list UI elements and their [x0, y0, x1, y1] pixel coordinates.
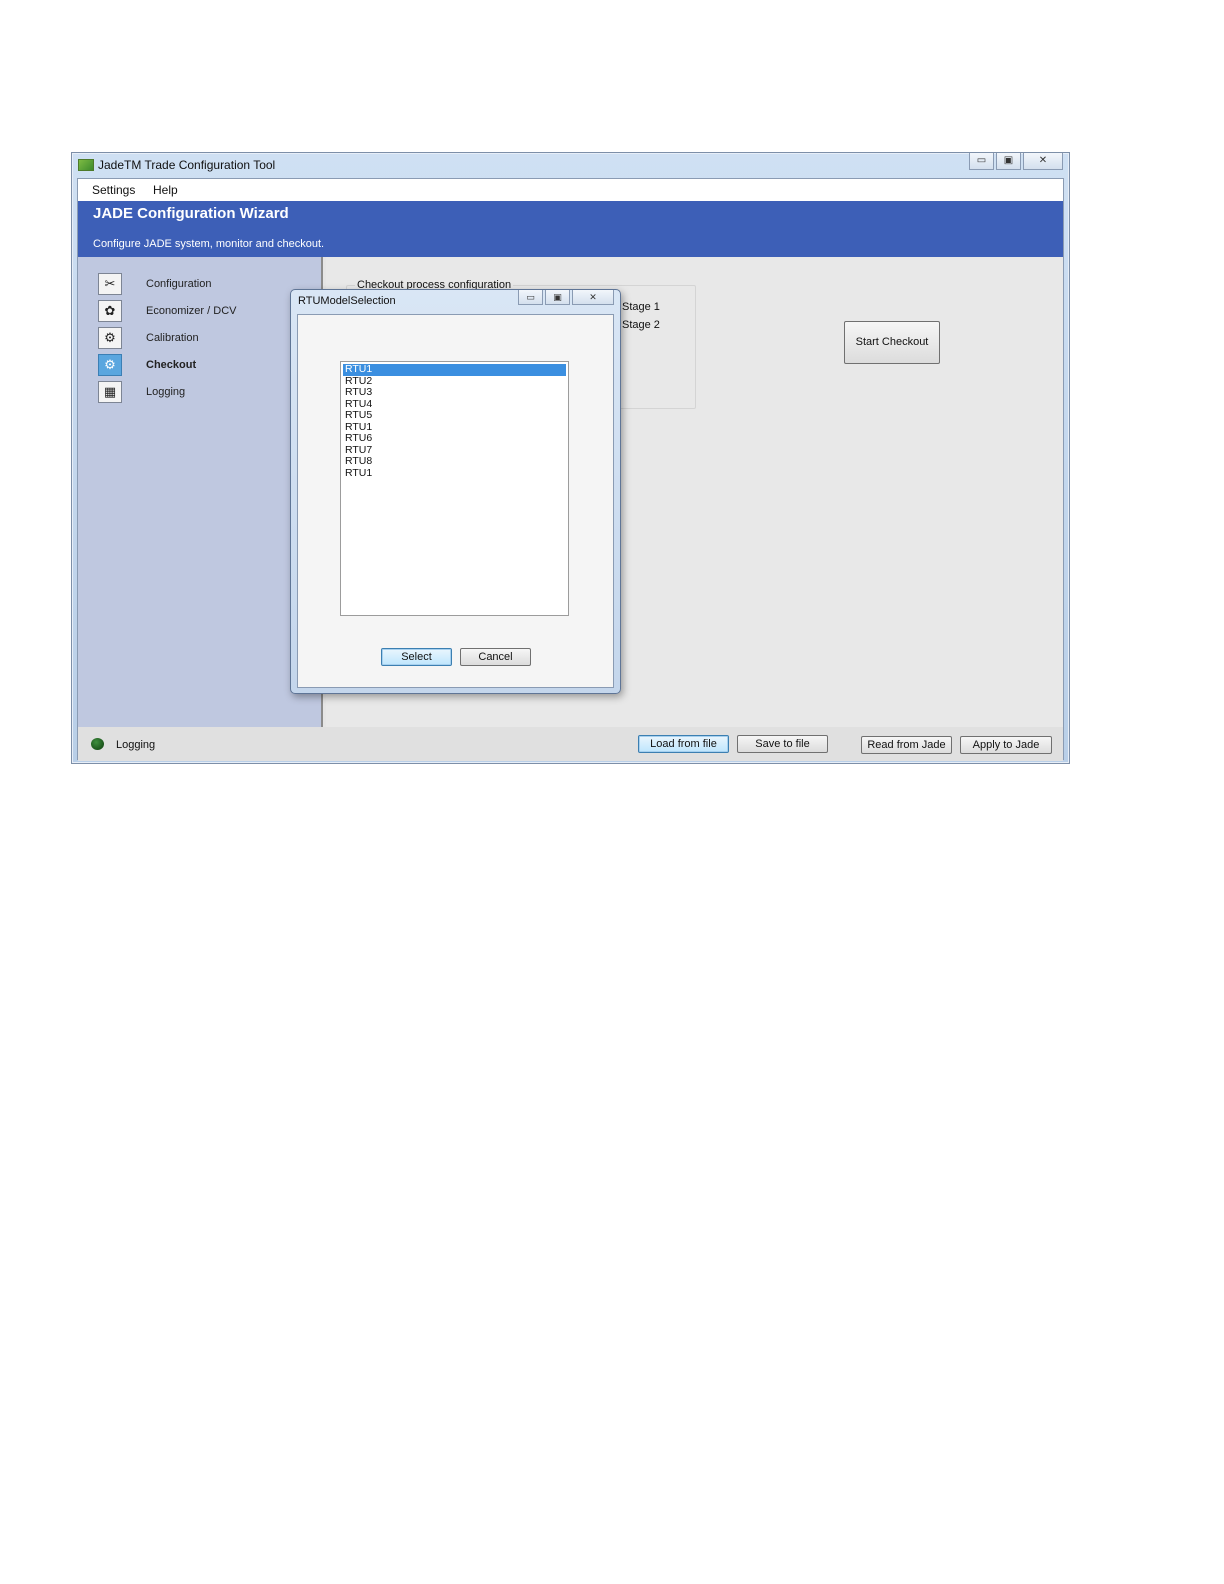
rtu-model-selection-dialog: RTUModelSelection ▭ ▣ ✕ RTU1 RTU2 RTU3 R…: [290, 289, 621, 694]
economizer-icon: ✿: [98, 300, 122, 322]
sidebar-item-label: Checkout: [146, 359, 197, 371]
sidebar-item-logging[interactable]: ▦ Logging: [98, 381, 318, 405]
dialog-controls: ▭ ▣ ✕: [518, 290, 614, 305]
menu-bar: Settings Help: [78, 179, 1063, 201]
start-checkout-button[interactable]: Start Checkout: [844, 321, 940, 364]
dialog-close-button[interactable]: ✕: [572, 290, 614, 305]
select-button[interactable]: Select: [381, 648, 452, 666]
list-item[interactable]: RTU3: [343, 386, 566, 399]
stage-2-label[interactable]: Stage 2: [622, 319, 660, 331]
title-bar[interactable]: JadeTM Trade Configuration Tool ▭ ▣ ✕: [72, 153, 1069, 177]
menu-settings[interactable]: Settings: [92, 183, 135, 197]
list-item[interactable]: RTU8: [343, 455, 566, 468]
dialog-maximize-button[interactable]: ▣: [545, 290, 570, 305]
cancel-button[interactable]: Cancel: [460, 648, 531, 666]
tools-icon: ✂: [98, 273, 122, 295]
list-item[interactable]: RTU1: [343, 363, 566, 376]
logging-icon: ▦: [98, 381, 122, 403]
checkout-icon: ⚙: [98, 354, 122, 376]
wizard-banner: JADE Configuration Wizard Configure JADE…: [78, 201, 1063, 257]
window-controls: ▭ ▣ ✕: [969, 153, 1063, 170]
wizard-subtitle: Configure JADE system, monitor and check…: [93, 238, 325, 250]
logging-led-icon: [91, 738, 104, 750]
list-item[interactable]: RTU4: [343, 398, 566, 411]
calibration-icon: ⚙: [98, 327, 122, 349]
maximize-button[interactable]: ▣: [996, 153, 1021, 170]
list-item[interactable]: RTU6: [343, 432, 566, 445]
list-item[interactable]: RTU7: [343, 444, 566, 457]
sidebar: ✂ Configuration ✿ Economizer / DCV ⚙ Cal…: [78, 257, 323, 727]
menu-help[interactable]: Help: [153, 183, 178, 197]
minimize-button[interactable]: ▭: [969, 153, 994, 170]
window-title: JadeTM Trade Configuration Tool: [98, 158, 276, 172]
list-item[interactable]: RTU2: [343, 375, 566, 388]
status-bar: Logging Load from file Save to file Read…: [78, 727, 1063, 761]
logging-status-label: Logging: [116, 739, 156, 751]
wizard-title: JADE Configuration Wizard: [93, 205, 289, 222]
list-item[interactable]: RTU1: [343, 421, 566, 434]
dialog-client: RTU1 RTU2 RTU3 RTU4 RTU5 RTU1 RTU6 RTU7 …: [297, 314, 614, 688]
dialog-title: RTUModelSelection: [298, 295, 396, 307]
apply-to-jade-button[interactable]: Apply to Jade: [960, 736, 1052, 754]
app-icon: [78, 159, 94, 171]
close-button[interactable]: ✕: [1023, 153, 1063, 170]
sidebar-item-calibration[interactable]: ⚙ Calibration: [98, 327, 318, 351]
list-item[interactable]: RTU1: [343, 467, 566, 480]
read-from-jade-button[interactable]: Read from Jade: [861, 736, 952, 754]
sidebar-item-label: Calibration: [146, 332, 199, 344]
sidebar-item-configuration[interactable]: ✂ Configuration: [98, 273, 318, 297]
rtu-listbox[interactable]: RTU1 RTU2 RTU3 RTU4 RTU5 RTU1 RTU6 RTU7 …: [340, 361, 569, 616]
sidebar-item-economizer[interactable]: ✿ Economizer / DCV: [98, 300, 318, 324]
list-item[interactable]: RTU5: [343, 409, 566, 422]
load-from-file-button[interactable]: Load from file: [638, 735, 729, 753]
dialog-minimize-button[interactable]: ▭: [518, 290, 543, 305]
save-to-file-button[interactable]: Save to file: [737, 735, 828, 753]
sidebar-item-checkout[interactable]: ⚙ Checkout: [98, 354, 318, 378]
sidebar-item-label: Configuration: [146, 278, 212, 290]
sidebar-item-label: Economizer / DCV: [146, 305, 237, 317]
sidebar-item-label: Logging: [146, 386, 186, 398]
stage-1-label[interactable]: Stage 1: [622, 301, 660, 313]
